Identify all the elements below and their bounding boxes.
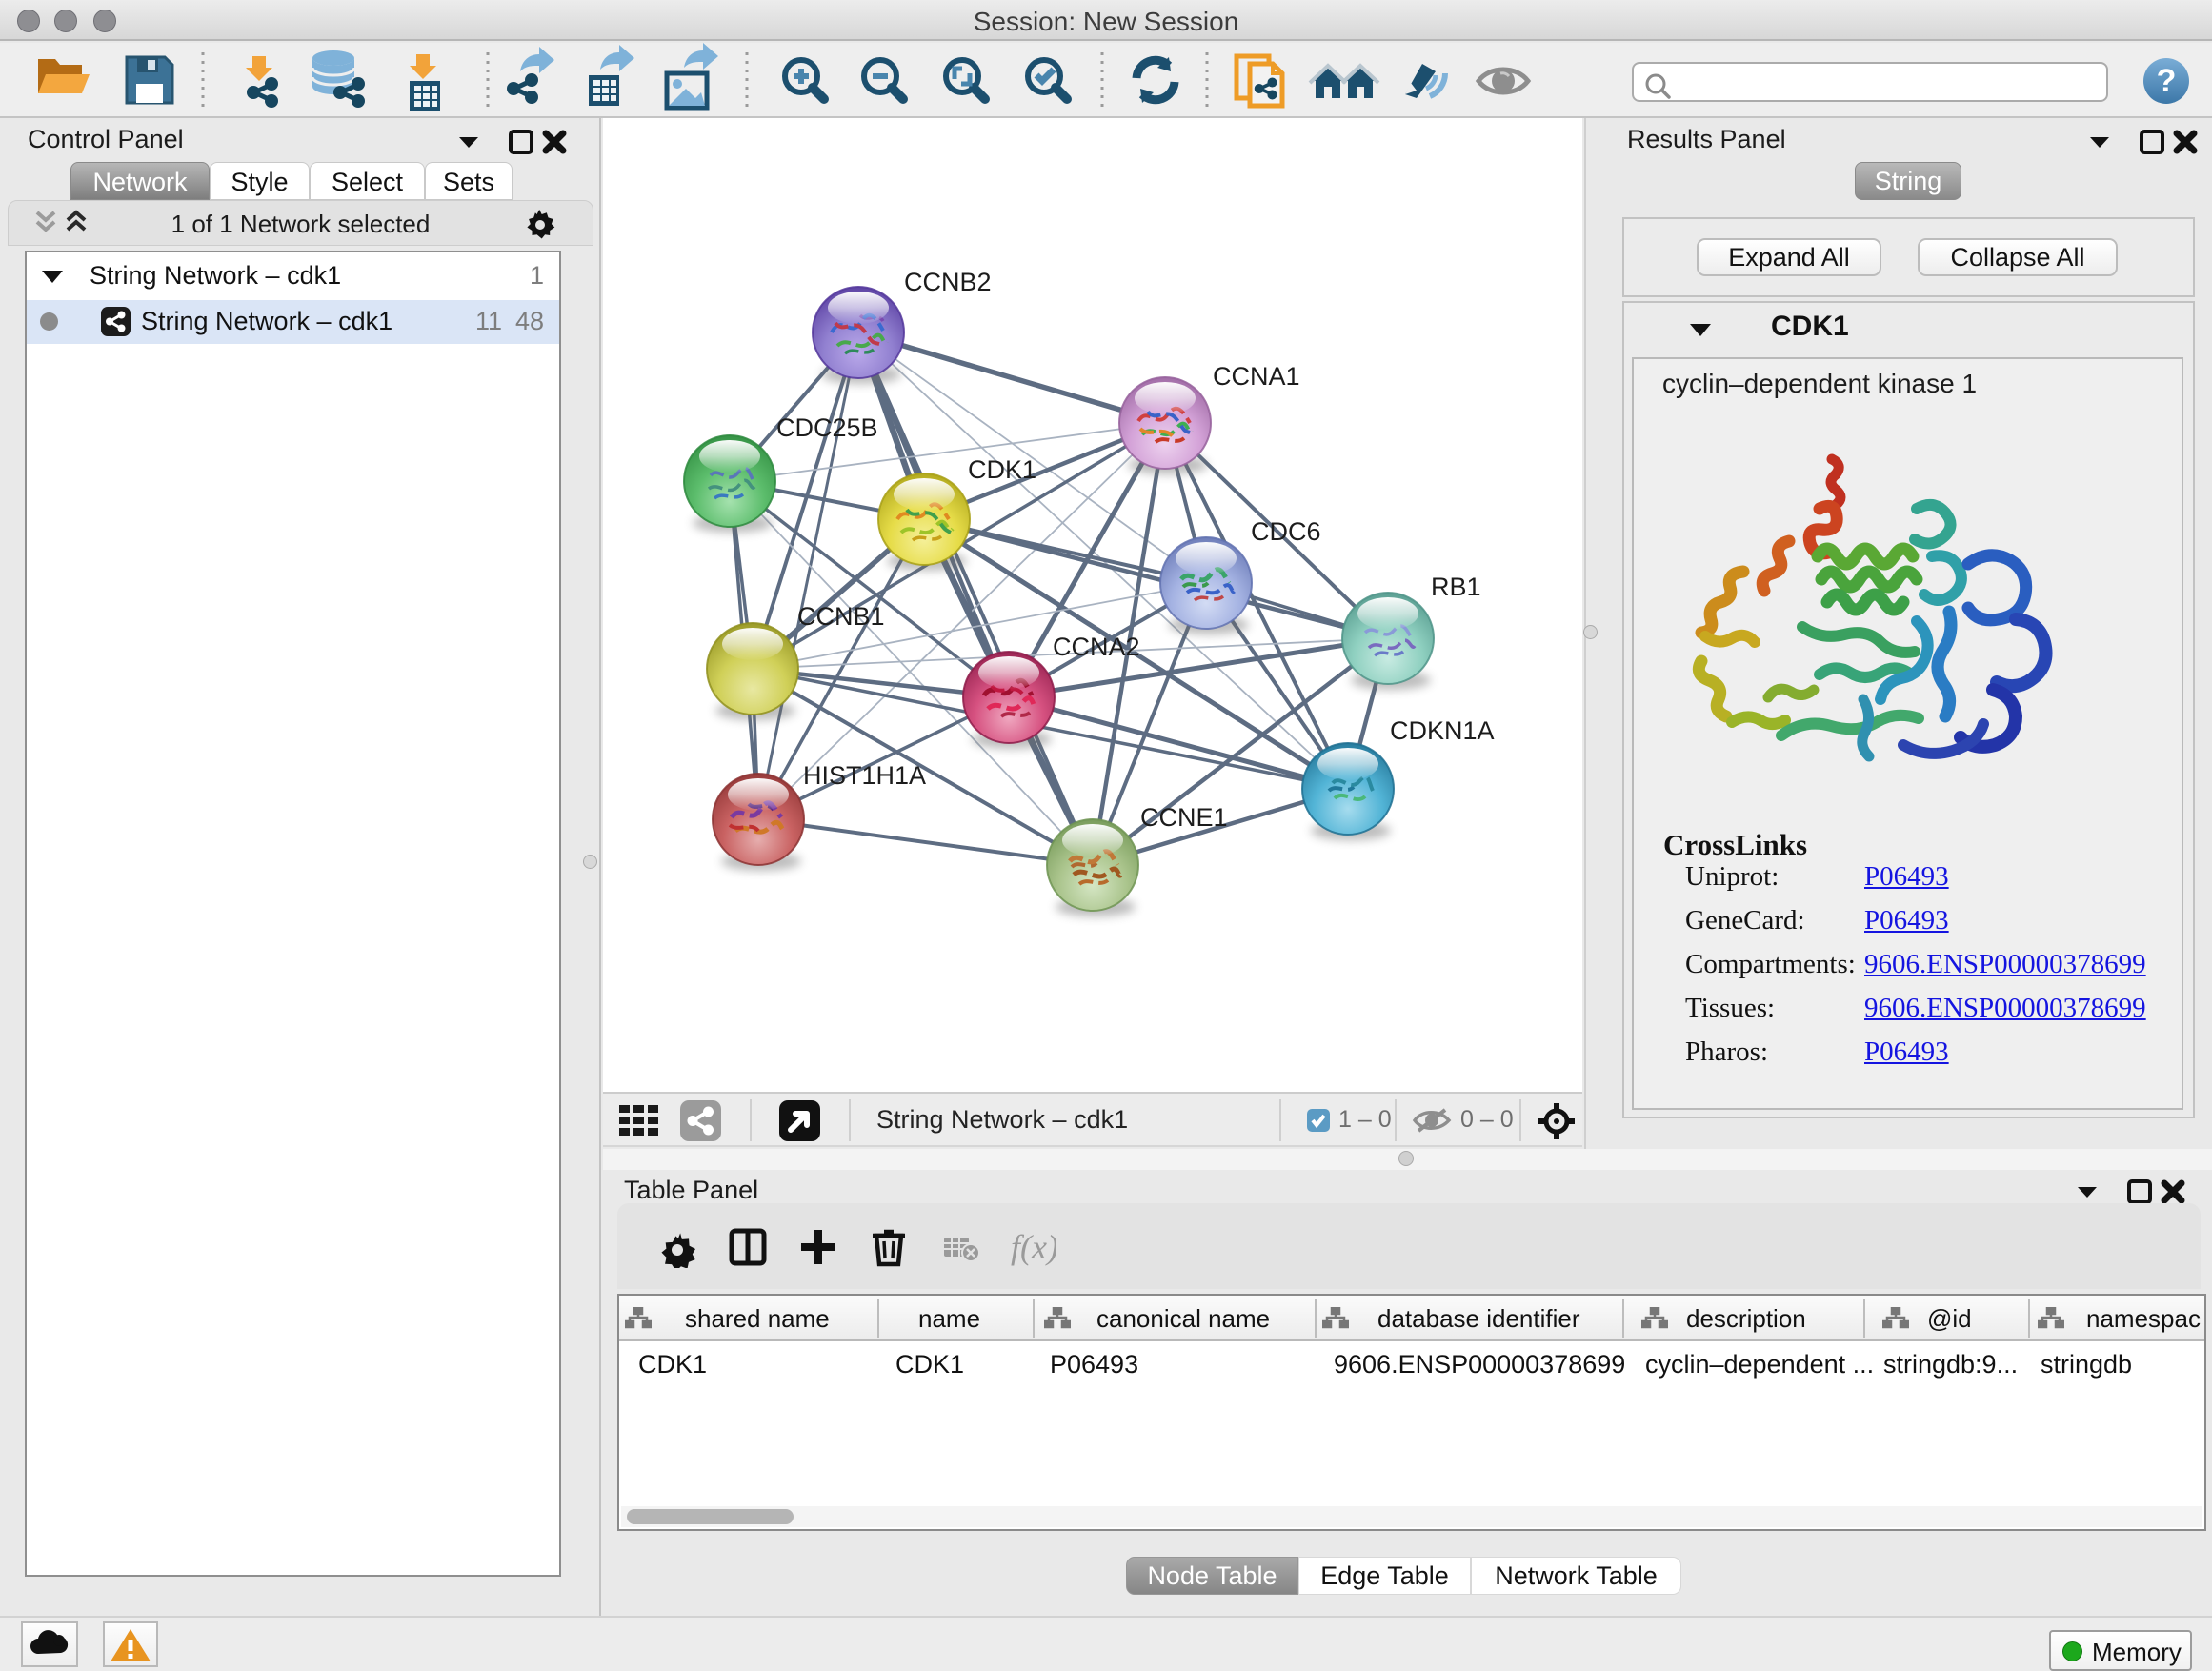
svg-text:CCNE1: CCNE1	[1140, 803, 1228, 832]
svg-text:CCNB1: CCNB1	[797, 602, 885, 631]
svg-text:CDC25B: CDC25B	[776, 413, 878, 442]
svg-text:CCNA1: CCNA1	[1213, 362, 1300, 391]
svg-text:RB1: RB1	[1431, 573, 1481, 601]
svg-text:CCNB2: CCNB2	[904, 268, 992, 296]
svg-text:CDKN1A: CDKN1A	[1390, 716, 1495, 745]
svg-text:CCNA2: CCNA2	[1053, 633, 1140, 661]
svg-text:f(x): f(x)	[1011, 1228, 1056, 1266]
svg-text:CDK1: CDK1	[968, 455, 1036, 484]
svg-text:CDC6: CDC6	[1251, 517, 1321, 546]
svg-text:HIST1H1A: HIST1H1A	[803, 761, 926, 790]
